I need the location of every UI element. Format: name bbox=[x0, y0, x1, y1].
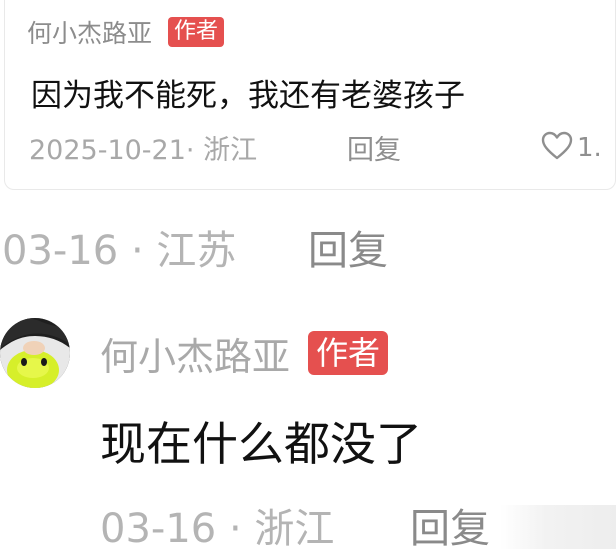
comment-text: 现在什么都没了 bbox=[100, 417, 422, 471]
comment-meta: 03-16 · 江苏 bbox=[2, 228, 237, 274]
quoted-comment-text: 因为我不能死，我还有老婆孩子 bbox=[31, 78, 465, 114]
like-count: 1. bbox=[577, 133, 602, 163]
quoted-reply-button[interactable]: 回复 bbox=[347, 128, 401, 167]
quoted-comment-card[interactable]: 何小杰路亚 作者 因为我不能死，我还有老婆孩子 2025-10-21· 浙江 回… bbox=[4, 0, 616, 190]
user-avatar[interactable] bbox=[0, 318, 70, 388]
comment-author-row: 何小杰路亚 作者 bbox=[100, 326, 389, 381]
heart-outline-icon bbox=[541, 131, 573, 165]
quoted-author-row: 何小杰路亚 作者 bbox=[27, 14, 225, 50]
author-badge: 作者 bbox=[168, 17, 225, 47]
like-button[interactable]: 1. bbox=[541, 131, 602, 165]
author-badge: 作者 bbox=[308, 331, 389, 375]
quoted-comment-meta: 2025-10-21· 浙江 bbox=[29, 135, 258, 166]
quoted-author-name[interactable]: 何小杰路亚 bbox=[27, 14, 152, 50]
comment-author-name[interactable]: 何小杰路亚 bbox=[100, 326, 290, 381]
blurred-region bbox=[500, 505, 616, 549]
comment-meta: 03-16 · 浙江 bbox=[100, 506, 335, 549]
reply-button[interactable]: 回复 bbox=[410, 496, 490, 549]
comment-thread: 何小杰路亚 作者 因为我不能死，我还有老婆孩子 2025-10-21· 浙江 回… bbox=[0, 0, 616, 549]
reply-button[interactable]: 回复 bbox=[308, 218, 388, 276]
